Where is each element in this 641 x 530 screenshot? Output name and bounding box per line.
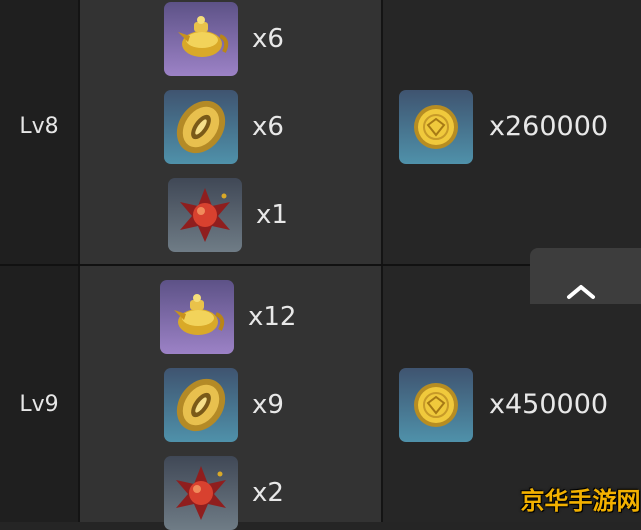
red-crystal-icon [164, 456, 238, 530]
gold-coin-icon [399, 368, 473, 442]
gold-coin-icon [399, 90, 473, 164]
level-cell: Lv8 [0, 0, 78, 264]
level-label: Lv8 [19, 114, 59, 139]
material-quantity: x12 [248, 302, 297, 332]
materials-cell: x6 x6 x1 [80, 0, 381, 264]
chevron-up-icon [567, 285, 595, 299]
golden-ornament-icon [164, 90, 238, 164]
cost-quantity: x450000 [489, 389, 609, 420]
cost-quantity: x260000 [489, 111, 609, 142]
cost-cell: x260000 [383, 0, 641, 264]
golden-teapot-icon [164, 2, 238, 76]
level-label: Lv9 [19, 392, 59, 417]
watermark: 京华手游网 [520, 487, 641, 515]
scroll-to-top-button[interactable] [530, 248, 641, 304]
material-quantity: x1 [256, 200, 288, 230]
material-quantity: x9 [252, 390, 284, 420]
material-quantity: x6 [252, 24, 284, 54]
materials-cell: x12 x9 x2 [80, 266, 381, 530]
material-quantity: x6 [252, 112, 284, 142]
level-upgrade-table: Lv8 x6 x6 x1 x260000 Lv9 x12 x9 x2 x4500… [0, 0, 641, 530]
table-row-lv8: Lv8 x6 x6 x1 x260000 [0, 0, 641, 264]
level-cell: Lv9 [0, 266, 78, 522]
red-crystal-icon [168, 178, 242, 252]
material-quantity: x2 [252, 478, 284, 508]
golden-teapot-icon [160, 280, 234, 354]
golden-ornament-icon [164, 368, 238, 442]
